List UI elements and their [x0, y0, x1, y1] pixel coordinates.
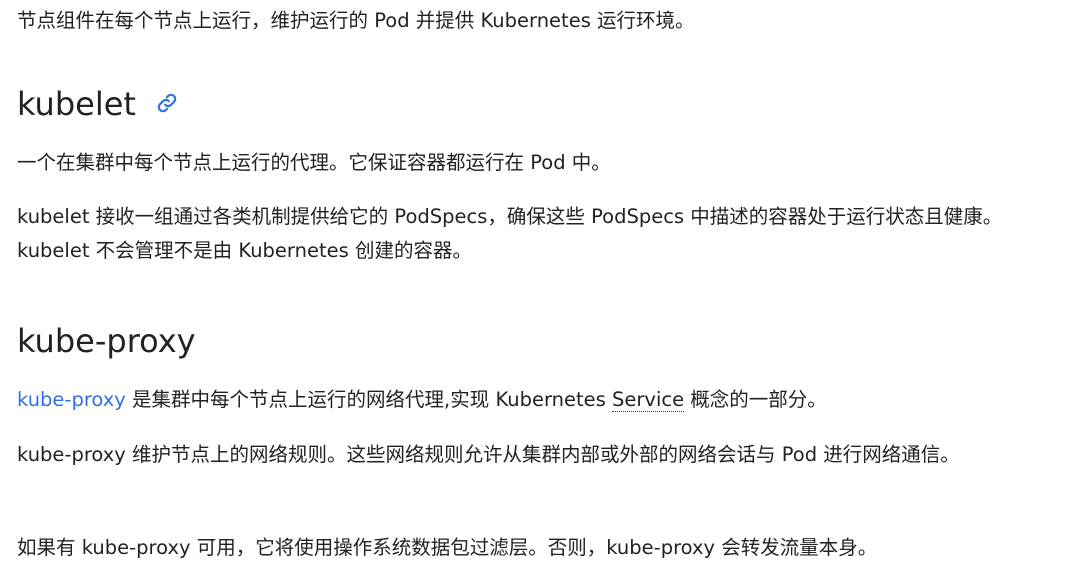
- kube-proxy-link[interactable]: kube-proxy: [17, 388, 126, 411]
- intro-paragraph: 节点组件在每个节点上运行，维护运行的 Pod 并提供 Kubernetes 运行…: [17, 9, 695, 32]
- kubelet-description: 一个在集群中每个节点上运行的代理。它保证容器都运行在 Pod 中。: [17, 151, 611, 174]
- kube-proxy-rules: kube-proxy 维护节点上的网络规则。这些网络规则允许从集群内部或外部的网…: [17, 443, 960, 466]
- kubelet-heading-text: kubelet: [17, 85, 136, 123]
- kube-proxy-text-a: 是集群中每个节点上运行的网络代理,实现 Kubernetes: [125, 388, 613, 411]
- link-icon[interactable]: [156, 83, 178, 123]
- kube-proxy-text-b: 概念的一部分。: [684, 388, 827, 411]
- kube-proxy-filtering: 如果有 kube-proxy 可用，它将使用操作系统数据包过滤层。否则，kube…: [17, 536, 878, 559]
- service-glossary-term[interactable]: Service: [612, 388, 685, 412]
- kube-proxy-heading: kube-proxy: [17, 322, 196, 360]
- kube-proxy-description: kube-proxy 是集群中每个节点上运行的网络代理,实现 Kubernete…: [17, 383, 1062, 417]
- kubelet-heading: kubelet: [17, 84, 178, 126]
- kubelet-details: kubelet 接收一组通过各类机制提供给它的 PodSpecs，确保这些 Po…: [17, 205, 1003, 262]
